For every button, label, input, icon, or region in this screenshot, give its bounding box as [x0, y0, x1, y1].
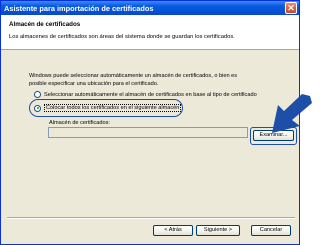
- auto-select-option[interactable]: Seleccionar automáticamente el almacén d…: [34, 91, 257, 98]
- close-button[interactable]: ✕: [285, 2, 297, 14]
- import-wizard-window: Asistente para importación de certificad…: [0, 0, 300, 245]
- radio-auto-select[interactable]: [34, 91, 41, 98]
- next-button[interactable]: Siguiente >: [196, 225, 240, 236]
- store-field: [48, 127, 248, 138]
- back-button[interactable]: < Atrás: [153, 225, 193, 236]
- title-bar[interactable]: Asistente para importación de certificad…: [1, 1, 299, 15]
- description-line-1: Windows puede seleccionar automáticament…: [29, 73, 238, 79]
- footer-separator: [7, 217, 295, 219]
- auto-select-label[interactable]: Seleccionar automáticamente el almacén d…: [44, 92, 257, 98]
- description-line-2: posible especificar una ubicación para e…: [29, 80, 159, 87]
- place-in-store-option[interactable]: Colocar todos los certificados en el sig…: [34, 104, 182, 112]
- place-in-store-label[interactable]: Colocar todos los certificados en el sig…: [44, 104, 182, 112]
- window-title: Asistente para importación de certificad…: [4, 4, 154, 13]
- cancel-button[interactable]: Cancelar: [251, 225, 291, 236]
- close-icon: ✕: [287, 3, 295, 13]
- page-subtitle: Los almacenes de certificados son áreas …: [9, 34, 235, 40]
- pointer-arrow-icon: [272, 94, 312, 133]
- store-field-label: Almacén de certificados:: [49, 120, 110, 126]
- header-panel: Almacén de certificados Los almacenes de…: [1, 15, 299, 50]
- description: Windows puede seleccionar automáticament…: [29, 73, 279, 88]
- radio-place-in-store[interactable]: [34, 104, 41, 112]
- page-title: Almacén de certificados: [9, 21, 81, 28]
